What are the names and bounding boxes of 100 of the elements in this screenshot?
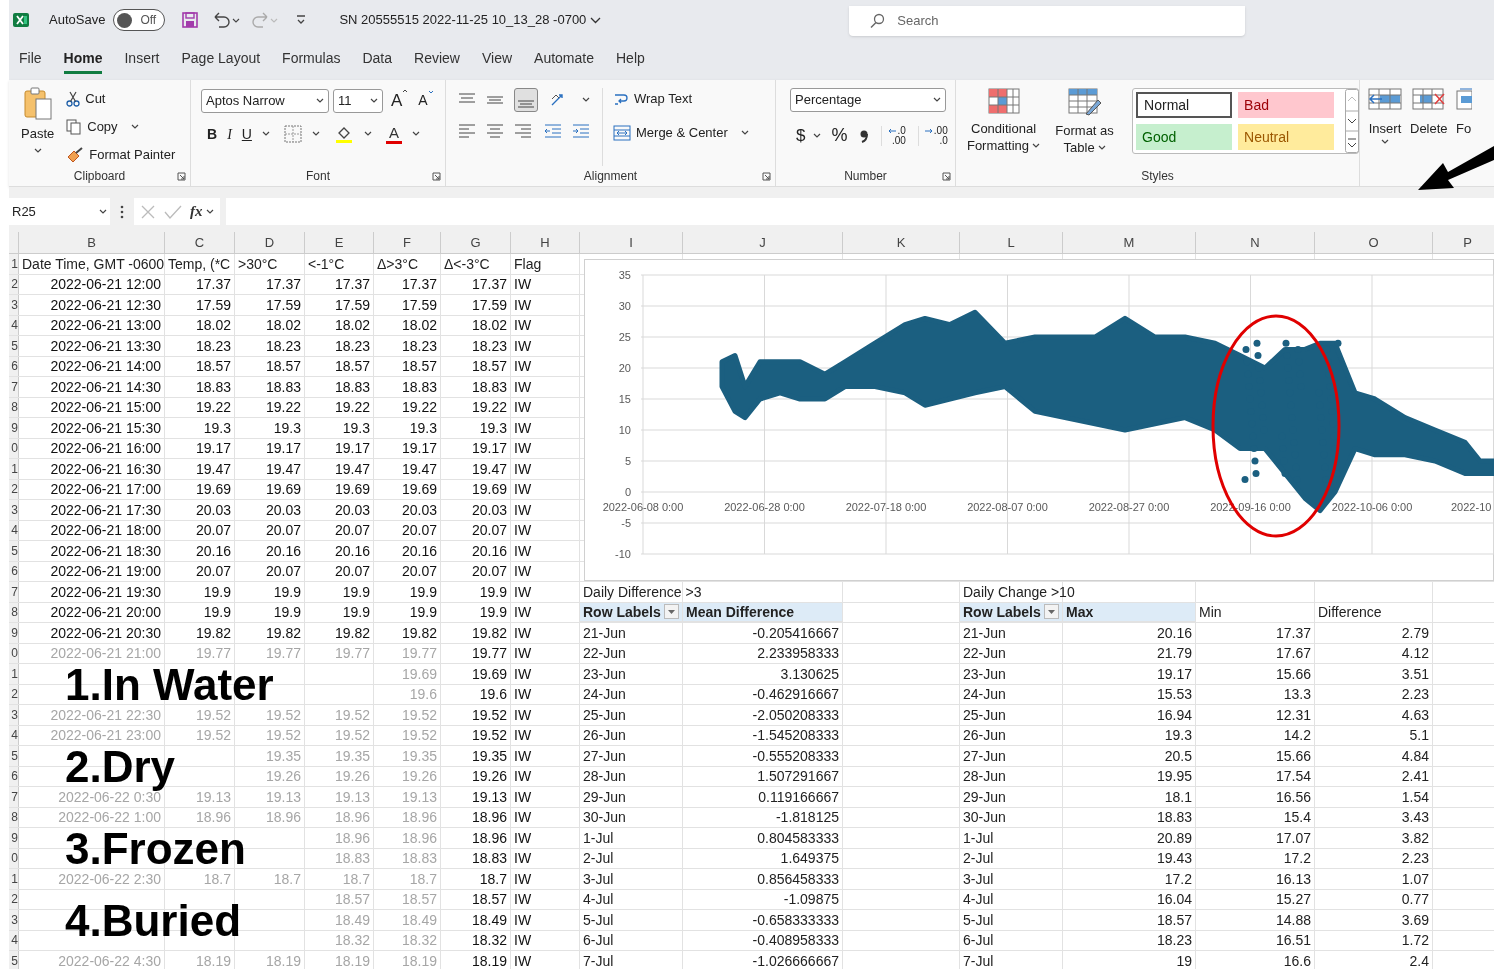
menu-tab[interactable]: View — [481, 48, 513, 74]
menu-tab[interactable]: Page Layout — [181, 48, 261, 74]
name-box[interactable]: R25 — [9, 198, 110, 225]
column-header[interactable]: C — [194, 236, 205, 249]
cut-button[interactable]: Cut — [66, 88, 176, 110]
menu-tab[interactable]: Formulas — [282, 48, 341, 74]
percent-button[interactable]: % — [831, 122, 848, 149]
dialog-launcher-icon[interactable] — [432, 172, 441, 181]
pivot-header: Max — [1066, 604, 1094, 619]
menu-tab[interactable]: Automate — [534, 48, 594, 74]
cell-style-swatch[interactable]: Bad — [1238, 92, 1334, 118]
filter-dropdown-icon[interactable] — [1044, 604, 1059, 620]
column-header[interactable]: M — [1123, 236, 1135, 249]
align-center-icon[interactable] — [486, 122, 504, 140]
table-cell: 19.52 — [195, 728, 231, 743]
column-header[interactable]: F — [403, 236, 411, 249]
search-field[interactable]: Search — [849, 6, 1246, 36]
menu-tab[interactable]: File — [19, 48, 42, 74]
font-name-dropdown[interactable]: Aptos Narrow — [201, 88, 329, 113]
paste-button[interactable]: Paste — [21, 86, 55, 154]
table-cell: 27-Jun — [583, 748, 626, 763]
dialog-launcher-icon[interactable] — [177, 172, 186, 181]
wrap-text-button[interactable]: Wrap Text — [613, 88, 749, 110]
axis-tick-label: 5 — [624, 455, 631, 467]
save-icon[interactable] — [181, 11, 200, 29]
shrink-font-button[interactable]: A — [418, 90, 434, 112]
font-color-button[interactable]: A — [385, 124, 402, 144]
decrease-decimal-button[interactable]: .00 .0 — [917, 125, 948, 146]
table-cell: 19.17 — [265, 441, 301, 456]
menu-tab[interactable]: Review — [414, 48, 460, 74]
column-title: <-1°C — [308, 256, 345, 271]
column-header[interactable]: K — [896, 236, 906, 249]
group-label: Number — [844, 168, 887, 185]
format-cells-button[interactable]: Fo — [1455, 88, 1472, 137]
column-header[interactable]: D — [264, 236, 275, 249]
table-cell: 15.66 — [1275, 666, 1311, 681]
grow-font-button[interactable]: A — [391, 88, 409, 114]
column-header[interactable]: G — [470, 236, 481, 249]
document-title[interactable]: SN 20555515 2022-11-25 10_13_28 -0700 — [339, 10, 602, 30]
cell-style-swatch[interactable]: Good — [1136, 124, 1233, 150]
table-cell: 19.22 — [265, 400, 301, 415]
table-cell: 4.12 — [1401, 646, 1429, 661]
caret-icon[interactable] — [261, 131, 270, 137]
caret-icon — [130, 124, 139, 130]
table-cell: 2022-06-21 14:00 — [50, 359, 161, 374]
menu-tab[interactable]: Insert — [124, 48, 160, 74]
insert-cells-button[interactable]: Insert — [1368, 88, 1402, 145]
italic-button[interactable]: I — [227, 123, 232, 145]
bold-button[interactable]: B — [207, 123, 218, 145]
excel-logo-icon[interactable] — [13, 12, 29, 28]
table-cell: 18.57 — [471, 359, 507, 374]
autosave-toggle[interactable]: Off — [113, 9, 166, 31]
menu-tab[interactable]: Help — [616, 48, 645, 74]
menu-tab[interactable]: Data — [362, 48, 393, 74]
align-right-icon[interactable] — [514, 122, 532, 140]
axis-tick-label: 2022-10 — [1451, 501, 1492, 513]
number-format-dropdown[interactable]: Percentage — [790, 88, 946, 112]
column-header[interactable]: H — [540, 236, 550, 249]
caret-icon — [205, 208, 214, 215]
table-cell: IW — [514, 543, 532, 558]
column-header[interactable]: N — [1250, 236, 1260, 249]
dialog-launcher-icon[interactable] — [762, 172, 771, 181]
column-header[interactable]: E — [334, 236, 344, 249]
table-cell: 18.02 — [401, 318, 437, 333]
currency-button[interactable]: $ — [796, 122, 806, 149]
column-header[interactable]: P — [1463, 236, 1472, 249]
delete-cells-button[interactable]: Delete — [1410, 88, 1448, 137]
table-cell: 20.07 — [195, 523, 231, 538]
caret-icon[interactable] — [582, 97, 590, 103]
column-header[interactable]: B — [87, 236, 96, 249]
conditional-formatting-button[interactable]: Conditional Formatting — [966, 88, 1042, 166]
cell-style-swatch[interactable]: Normal — [1136, 92, 1233, 118]
caret-icon — [1097, 144, 1106, 151]
merge-center-button[interactable]: Merge & Center — [613, 122, 749, 144]
menu-tab[interactable]: Home — [63, 48, 103, 74]
font-size-dropdown[interactable]: 11 — [333, 88, 383, 113]
column-header[interactable]: O — [1368, 236, 1379, 249]
format-painter-button[interactable]: Format Painter — [66, 144, 176, 166]
caret-icon[interactable] — [311, 131, 320, 137]
caret-icon[interactable] — [813, 132, 822, 139]
format-as-table-button[interactable]: Format as Table — [1047, 88, 1123, 166]
bottom-align-icon[interactable] — [514, 88, 538, 112]
caret-icon[interactable] — [411, 131, 420, 137]
customize-toolbar-icon[interactable] — [295, 14, 308, 26]
table-cell: IW — [514, 441, 532, 456]
copy-button[interactable]: Copy — [66, 116, 176, 138]
table-cell: IW — [514, 953, 532, 968]
underline-button[interactable]: U — [241, 123, 252, 145]
cell-style-swatch[interactable]: Neutral — [1238, 124, 1334, 150]
table-cell: IW — [514, 338, 532, 353]
column-header[interactable]: J — [759, 236, 766, 249]
caret-icon[interactable] — [363, 131, 372, 137]
increase-decimal-button[interactable]: .0 .00 — [881, 125, 906, 146]
more-options-icon[interactable] — [120, 204, 124, 219]
align-left-icon[interactable] — [458, 122, 476, 140]
table-cell: 2022-06-21 18:00 — [50, 523, 161, 538]
filter-dropdown-icon[interactable] — [664, 604, 679, 620]
column-header[interactable]: I — [629, 236, 633, 249]
dialog-launcher-icon[interactable] — [942, 172, 951, 181]
column-header[interactable]: L — [1007, 236, 1015, 249]
